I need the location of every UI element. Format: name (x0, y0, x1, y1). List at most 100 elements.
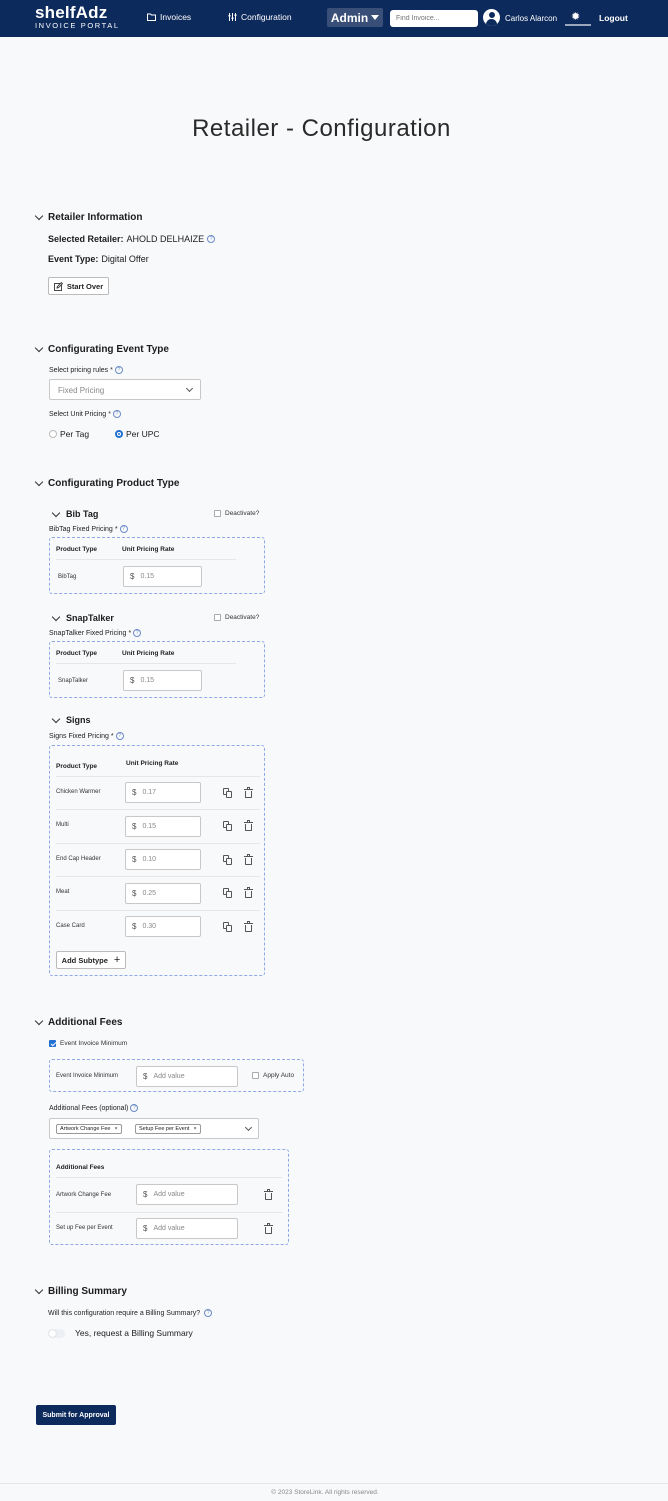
nav-invoices[interactable]: Invoices (147, 12, 191, 22)
plus-icon: + (113, 954, 121, 966)
radio-per-tag-label: Per Tag (60, 429, 90, 439)
sliders-icon (228, 13, 237, 21)
close-icon[interactable]: × (193, 1126, 196, 1132)
dollar-icon: $ (130, 676, 135, 685)
gear-icon[interactable]: ✹ (571, 10, 580, 23)
help-icon[interactable]: ? (112, 410, 121, 418)
close-icon[interactable]: × (114, 1126, 117, 1132)
user-name[interactable]: Carlos Alarcon (505, 14, 557, 23)
billing-summary-title: Billing Summary (48, 1286, 127, 1297)
trash-icon[interactable] (244, 887, 253, 898)
add-value-placeholder: Add value (153, 1225, 185, 1232)
radio-per-upc-label: Per UPC (126, 429, 160, 439)
submit-for-approval-button[interactable]: Submit for Approval (36, 1405, 116, 1425)
trash-icon[interactable] (244, 921, 253, 932)
rate-value: 0.30 (142, 923, 157, 930)
checkbox-box[interactable] (214, 614, 221, 621)
help-icon[interactable]: ? (114, 366, 123, 374)
logout-link[interactable]: Logout (599, 13, 628, 23)
fee-value-input[interactable]: $ Add value (136, 1184, 238, 1205)
checkbox-box[interactable] (214, 510, 221, 517)
signs-header[interactable]: Signs (51, 714, 91, 725)
sign-rate-input[interactable]: $0.10 (125, 849, 201, 870)
event-type-row: Event Type: Digital Offer (48, 254, 149, 264)
retailer-info-header[interactable]: Retailer Information (34, 211, 143, 223)
trash-icon[interactable] (264, 1189, 273, 1200)
bibtag-pricing-table: Product Type Unit Pricing Rate BibTag $ … (49, 537, 265, 594)
snaptalker-deactivate-checkbox[interactable]: Deactivate? (214, 614, 259, 621)
help-icon[interactable]: ? (133, 629, 142, 637)
nav-configuration[interactable]: Configuration (228, 12, 292, 22)
pricing-rules-label-row: Select pricing rules * ? (49, 366, 123, 374)
find-invoice-input[interactable] (390, 10, 478, 27)
fee-tag-label: Artwork Change Fee (60, 1126, 111, 1132)
top-navbar: shelfAdz INVOICE PORTAL Invoices Configu… (0, 0, 668, 37)
bibtag-title: Bib Tag (66, 509, 99, 519)
radio-per-upc[interactable]: Per UPC (115, 429, 160, 439)
help-icon[interactable]: ? (130, 1104, 139, 1112)
checkbox-box[interactable] (252, 1072, 259, 1079)
copy-icon[interactable] (223, 821, 232, 831)
billing-summary-toggle[interactable] (48, 1329, 65, 1338)
deactivate-label: Deactivate? (225, 614, 260, 621)
trash-icon[interactable] (244, 787, 253, 798)
help-icon[interactable]: ? (115, 732, 124, 740)
help-icon[interactable]: ? (204, 1309, 213, 1317)
radio-per-tag[interactable]: Per Tag (49, 429, 89, 439)
divider (56, 809, 260, 810)
avatar[interactable] (483, 9, 500, 26)
trash-icon[interactable] (244, 854, 253, 865)
unit-pricing-label: Select Unit Pricing (49, 410, 107, 418)
event-type-header[interactable]: Configurating Event Type (34, 343, 169, 355)
add-subtype-button[interactable]: Add Subtype + (56, 951, 126, 969)
apply-auto-checkbox[interactable]: Apply Auto (252, 1072, 294, 1079)
bibtag-rate-input[interactable]: $ 0.15 (123, 566, 202, 587)
help-icon[interactable]: ? (119, 525, 128, 533)
row-product-name: SnapTalker (58, 678, 89, 684)
footer-divider (0, 1483, 668, 1484)
sign-rate-input[interactable]: $0.15 (125, 816, 201, 837)
trash-icon[interactable] (264, 1223, 273, 1234)
dollar-icon: $ (143, 1190, 148, 1199)
rate-value: 0.15 (140, 573, 155, 580)
start-over-button[interactable]: Start Over (48, 277, 109, 295)
snaptalker-header[interactable]: SnapTalker (51, 612, 114, 623)
fee-value-input[interactable]: $ Add value (136, 1218, 238, 1239)
event-minimum-checkbox[interactable]: Event Invoice Minimum (49, 1040, 127, 1047)
billing-toggle-label: Yes, request a Billing Summary (75, 1328, 193, 1338)
divider (56, 910, 260, 911)
sign-rate-input[interactable]: $0.25 (125, 883, 201, 904)
additional-fees-header[interactable]: Additional Fees (34, 1016, 122, 1028)
billing-question: Will this configuration require a Billin… (48, 1309, 201, 1317)
snaptalker-pricing-label: SnapTalker Fixed Pricing (49, 629, 127, 637)
sign-rate-input[interactable]: $0.30 (125, 916, 201, 937)
divider (56, 1212, 282, 1213)
snaptalker-rate-input[interactable]: $ 0.15 (123, 670, 202, 691)
copy-icon[interactable] (223, 922, 232, 932)
row-product-name: BibTag (58, 574, 77, 580)
event-minimum-checkbox-label: Event Invoice Minimum (60, 1040, 128, 1047)
trash-icon[interactable] (244, 820, 253, 831)
signs-title: Signs (66, 715, 91, 725)
checkbox-checked[interactable] (49, 1040, 56, 1047)
product-type-header[interactable]: Configurating Product Type (34, 477, 179, 489)
radio-circle[interactable] (49, 430, 57, 438)
chevron-down-icon (34, 211, 44, 221)
copy-icon[interactable] (223, 888, 232, 898)
sign-rate-input[interactable]: $0.17 (125, 782, 201, 803)
radio-circle-selected[interactable] (115, 430, 123, 438)
bibtag-deactivate-checkbox[interactable]: Deactivate? (214, 510, 259, 517)
retailer-info-title: Retailer Information (48, 212, 143, 223)
logo[interactable]: shelfAdz (35, 3, 107, 23)
selected-retailer-row: Selected Retailer: AHOLD DELHAIZE ? (48, 234, 216, 244)
bibtag-header[interactable]: Bib Tag (51, 508, 99, 519)
chevron-down-icon (34, 1285, 44, 1295)
copy-icon[interactable] (223, 855, 232, 865)
pricing-rules-select[interactable]: Fixed Pricing (49, 379, 201, 400)
billing-summary-header[interactable]: Billing Summary (34, 1285, 127, 1297)
copy-icon[interactable] (223, 788, 232, 798)
admin-dropdown[interactable]: Admin (327, 8, 383, 27)
event-minimum-input[interactable]: $ Add value (136, 1066, 238, 1087)
help-icon[interactable]: ? (207, 235, 216, 243)
sign-row-name: Meat (56, 889, 70, 895)
